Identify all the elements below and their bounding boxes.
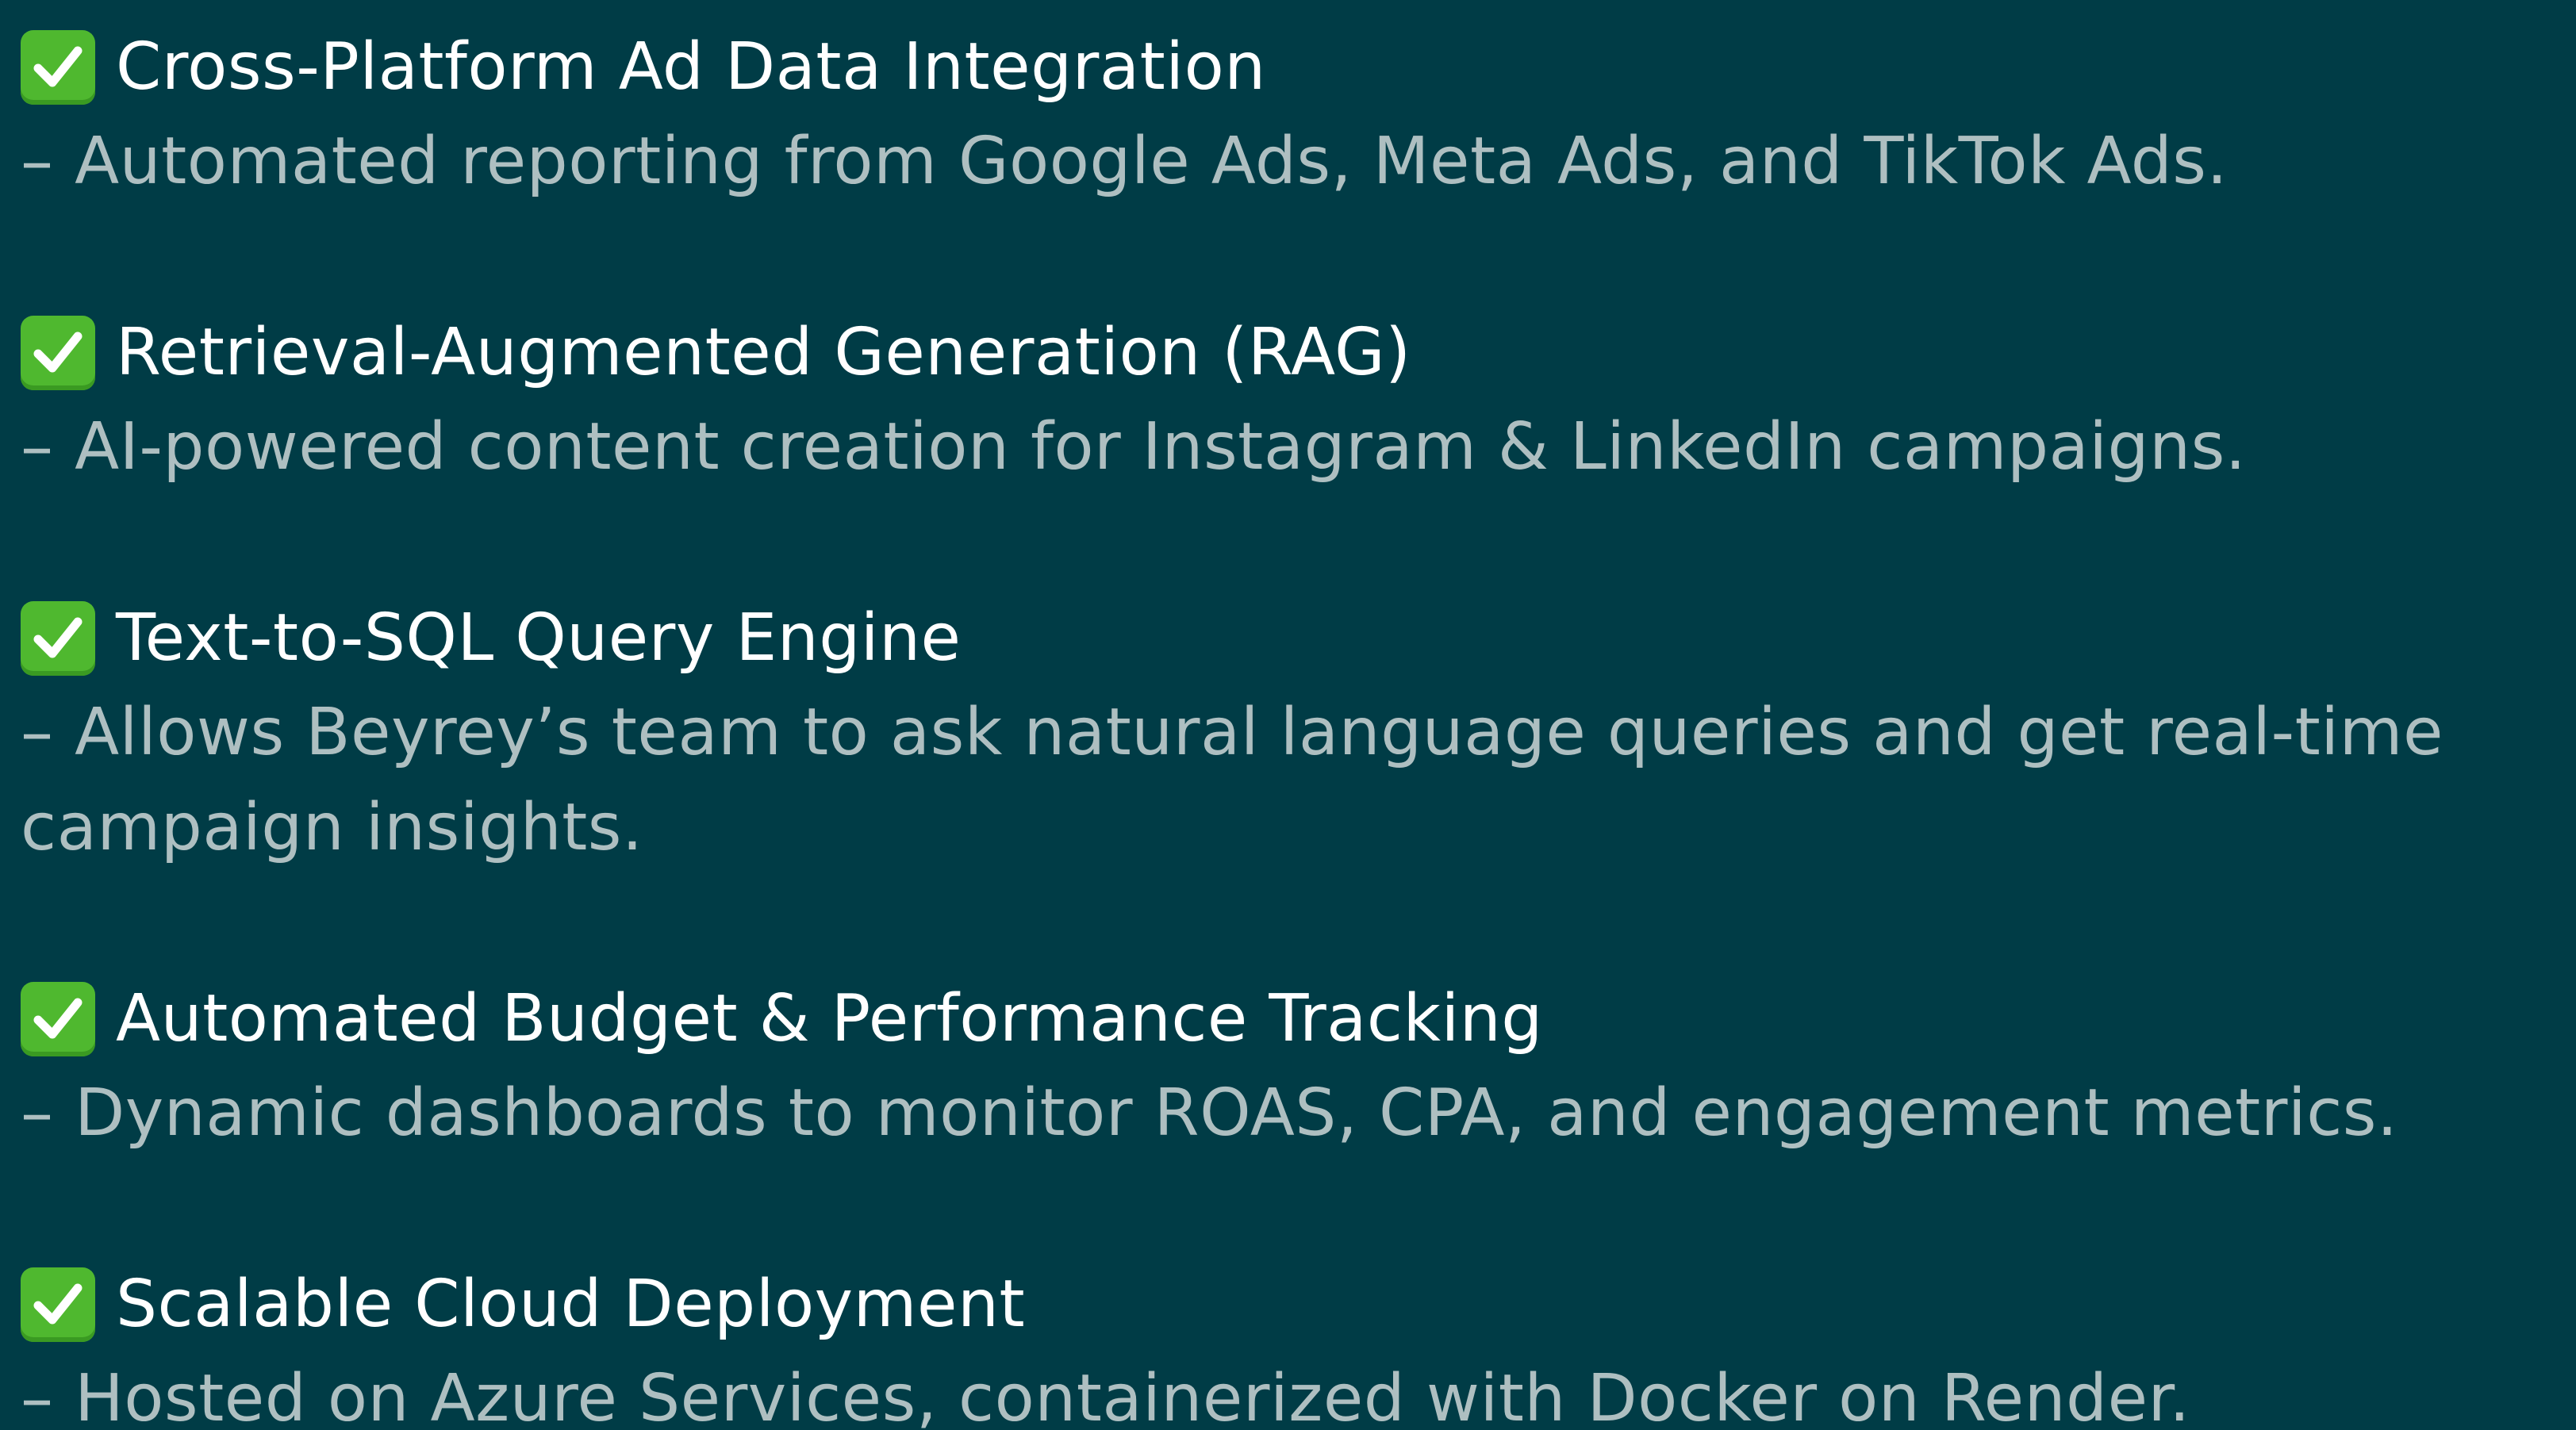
feature-item-text-to-sql: Text-to-SQL Query Engine – Allows Beyrey… <box>21 592 2559 876</box>
feature-list-page: Cross-Platform Ad Data Integration – Aut… <box>0 0 2576 1430</box>
check-mark-icon <box>21 982 95 1056</box>
feature-title: Cross-Platform Ad Data Integration <box>116 29 1266 105</box>
feature-title: Automated Budget & Performance Tracking <box>116 981 1543 1056</box>
check-mark-icon <box>21 30 95 105</box>
feature-title: Retrieval-Augmented Generation (RAG) <box>116 315 1411 390</box>
feature-description: – Hosted on Azure Services, containerize… <box>21 1361 2190 1430</box>
check-mark-icon <box>21 1267 95 1342</box>
check-mark-icon <box>21 601 95 676</box>
feature-title: Text-to-SQL Query Engine <box>116 600 962 676</box>
feature-title-row: Retrieval-Augmented Generation (RAG) <box>21 306 2559 400</box>
feature-item-budget-tracking: Automated Budget & Performance Tracking … <box>21 972 2559 1161</box>
feature-title-row: Scalable Cloud Deployment <box>21 1258 2559 1351</box>
feature-description: – Allows Beyrey’s team to ask natural la… <box>21 695 2444 865</box>
check-mark-icon <box>21 316 95 390</box>
feature-item-cloud-deployment: Scalable Cloud Deployment – Hosted on Az… <box>21 1258 2559 1430</box>
feature-title: Scalable Cloud Deployment <box>116 1267 1026 1342</box>
feature-title-row: Text-to-SQL Query Engine <box>21 592 2559 685</box>
feature-title-row: Cross-Platform Ad Data Integration <box>21 21 2559 114</box>
feature-description: – Automated reporting from Google Ads, M… <box>21 124 2229 199</box>
feature-title-row: Automated Budget & Performance Tracking <box>21 972 2559 1066</box>
feature-item-rag: Retrieval-Augmented Generation (RAG) – A… <box>21 306 2559 495</box>
feature-description: – Dynamic dashboards to monitor ROAS, CP… <box>21 1075 2398 1151</box>
feature-item-ad-data-integration: Cross-Platform Ad Data Integration – Aut… <box>21 21 2559 209</box>
feature-description: – AI-powered content creation for Instag… <box>21 409 2247 485</box>
